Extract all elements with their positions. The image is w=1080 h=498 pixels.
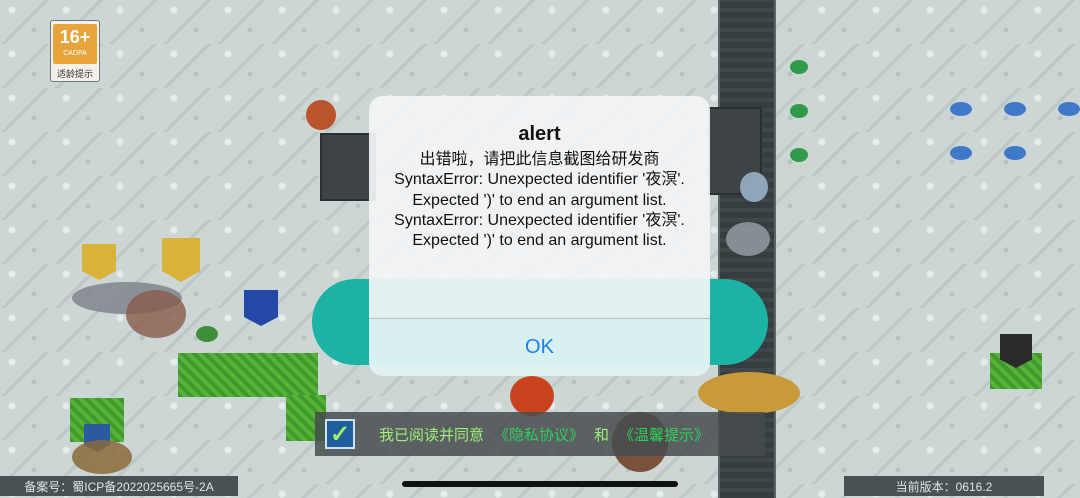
army-units-icon xyxy=(726,222,770,256)
alert-message: 出错啦，请把此信息截图给研发商 SyntaxError: Unexpected … xyxy=(394,151,685,250)
plant-icon xyxy=(790,148,808,162)
agreement-and-text: 和 xyxy=(594,426,610,444)
red-dragon-icon xyxy=(510,376,554,416)
alert-ok-button[interactable]: OK xyxy=(369,319,710,376)
tips-link[interactable]: 《温馨提示》 xyxy=(619,424,709,445)
blue-flower-icon xyxy=(950,146,972,160)
agreement-bar: ✓ 我已阅读并同意 《隐私协议》 和 《温馨提示》 xyxy=(315,412,765,456)
alert-title: alert xyxy=(518,123,561,145)
blue-flower-icon xyxy=(1058,102,1080,116)
privacy-policy-link[interactable]: 《隐私协议》 xyxy=(494,424,584,445)
drum-icon xyxy=(306,100,336,130)
age-rating-label: 适龄提示 xyxy=(56,69,93,79)
home-indicator[interactable] xyxy=(402,481,678,487)
version-label: 当前版本：0616.2 xyxy=(844,476,1044,496)
army-units-icon xyxy=(72,440,132,474)
turtle-icon xyxy=(196,326,218,342)
alert-dialog: alert 出错啦，请把此信息截图给研发商 SyntaxError: Unexp… xyxy=(369,96,710,376)
blue-flower-icon xyxy=(1004,146,1026,160)
agreement-checkbox[interactable]: ✓ xyxy=(325,419,355,449)
age-rating-badge: 16+ CADPA 适龄提示 xyxy=(50,20,100,82)
agreement-text: 我已阅读并同意 xyxy=(379,426,485,444)
blue-flower-icon xyxy=(950,102,972,116)
golden-eagle-icon xyxy=(698,372,800,414)
axe-icon xyxy=(740,172,768,202)
plant-icon xyxy=(790,60,808,74)
age-rating-value: 16+ xyxy=(59,27,91,47)
icp-record: 备案号：蜀ICP备2022025665号-2A xyxy=(0,476,238,496)
age-rating-mark: 16+ CADPA xyxy=(53,24,97,64)
army-units-icon xyxy=(126,290,186,338)
age-rating-org: CADPA xyxy=(63,50,87,57)
building-dark xyxy=(320,133,376,201)
plant-icon xyxy=(790,104,808,118)
grass-patch xyxy=(178,353,318,397)
blue-flower-icon xyxy=(1004,102,1026,116)
